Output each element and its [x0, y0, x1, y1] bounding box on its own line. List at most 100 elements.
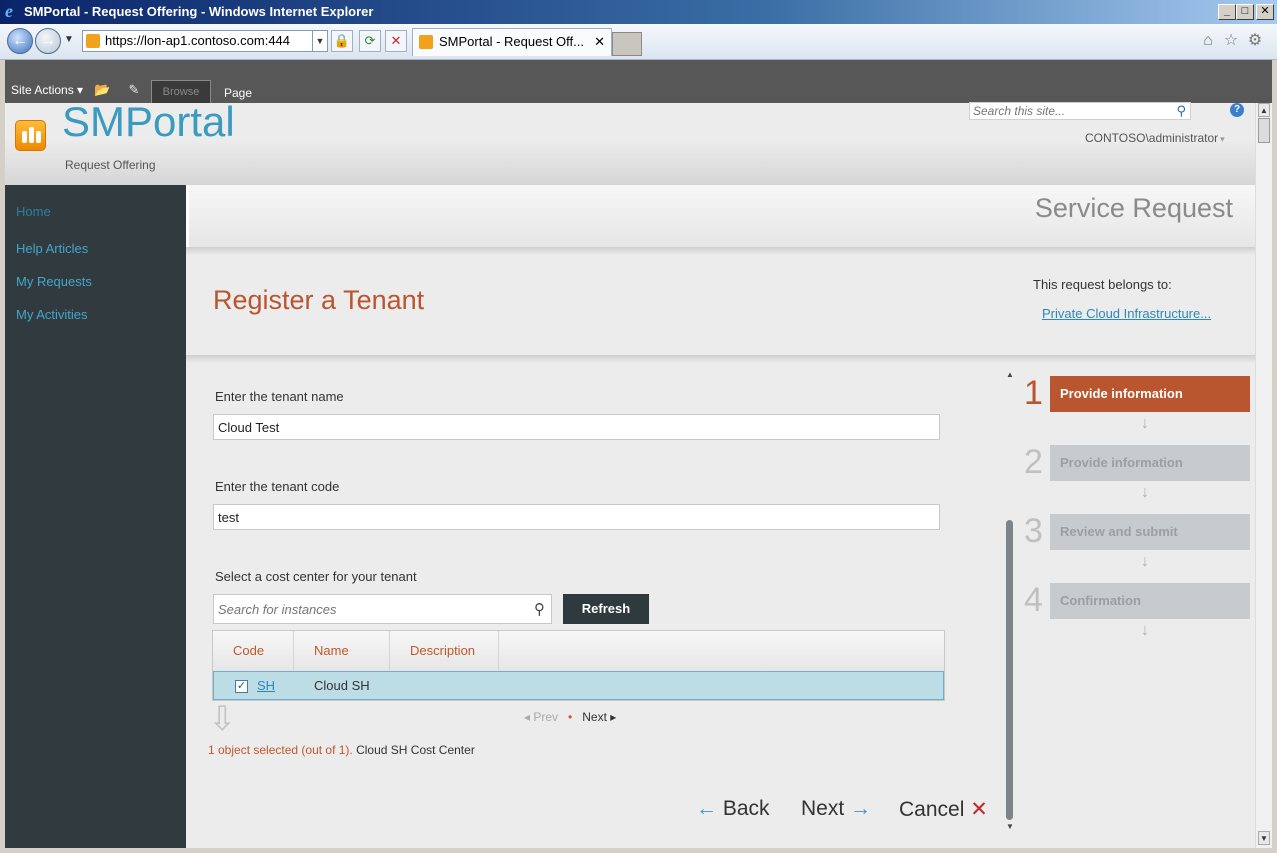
window-title: SMPortal - Request Offering - Windows In… [24, 4, 374, 19]
history-dropdown-icon[interactable]: ▼ [64, 34, 74, 45]
selection-status: 1 object selected (out of 1). Cloud SH C… [208, 743, 475, 757]
step-3-number: 3 [1024, 512, 1043, 550]
column-header-code[interactable]: Code [213, 631, 294, 671]
step-3-label: Review and submit [1050, 514, 1250, 550]
address-bar[interactable]: https://lon-ap1.contoso.com:444 ⌕ [82, 30, 328, 52]
forward-arrow-icon[interactable]: → [35, 28, 61, 54]
scroll-down-icon[interactable]: ▼ [1258, 831, 1270, 845]
favorites-star-icon[interactable]: ☆ [1222, 32, 1240, 50]
column-header-name[interactable]: Name [294, 631, 390, 671]
pager-prev[interactable]: ◂ Prev [524, 710, 558, 724]
row-code-link[interactable]: SH [257, 678, 275, 693]
belongs-to-link[interactable]: Private Cloud Infrastructure... [1042, 306, 1211, 321]
arrow-down-icon: ↓ [1141, 622, 1149, 639]
tenant-code-label: Enter the tenant code [215, 479, 340, 494]
browser-tab[interactable]: SMPortal - Request Off... ✕ [412, 28, 612, 56]
step-4-label: Confirmation [1050, 583, 1250, 619]
belongs-to-label: This request belongs to: [1033, 277, 1172, 292]
arrow-left-icon: ← [696, 797, 717, 820]
divider [186, 355, 1255, 363]
arrow-down-icon: ↓ [1141, 484, 1149, 501]
site-actions-menu[interactable]: Site Actions ▾ [11, 83, 83, 97]
navigate-up-icon[interactable]: 📂 [94, 82, 110, 98]
main-content: Service Request Register a Tenant This r… [186, 185, 1255, 848]
service-request-title: Service Request [1034, 193, 1233, 223]
back-button[interactable]: ← Back [696, 797, 770, 821]
stop-icon[interactable]: ✕ [385, 30, 407, 52]
instances-table: Code Name Description ✓ SH Cloud SH [212, 630, 945, 701]
cost-center-label: Select a cost center for your tenant [215, 569, 417, 584]
edit-page-icon[interactable]: ✎ [126, 82, 142, 98]
lock-icon[interactable]: 🔒 [331, 30, 353, 52]
nav-item-home[interactable]: Home [16, 204, 51, 219]
scroll-down-icon[interactable]: ▼ [1006, 822, 1014, 831]
scroll-thumb[interactable] [1006, 520, 1013, 820]
tenant-name-label: Enter the tenant name [215, 389, 344, 404]
site-search-box[interactable]: ⚲ [969, 102, 1191, 120]
site-favicon [86, 34, 100, 48]
selection-count: 1 object selected (out of 1). [208, 743, 353, 757]
arrow-down-icon: ⇩ [208, 700, 237, 738]
row-checkbox[interactable]: ✓ [235, 680, 248, 693]
step-2-number: 2 [1024, 443, 1043, 481]
site-subtitle: Request Offering [65, 158, 156, 172]
site-search-input[interactable] [973, 104, 1168, 118]
service-request-band: Service Request [186, 185, 1255, 247]
minimize-button[interactable]: _ [1218, 4, 1236, 20]
arrow-down-icon: ↓ [1141, 553, 1149, 570]
row-name: Cloud SH [314, 678, 370, 693]
site-title[interactable]: SMPortal [62, 98, 235, 146]
step-1-number: 1 [1024, 374, 1043, 412]
scroll-up-icon[interactable]: ▲ [1258, 103, 1270, 117]
steps-scrollbar[interactable]: ▲ ▼ [1006, 370, 1016, 831]
home-icon[interactable]: ⌂ [1199, 32, 1217, 50]
help-icon[interactable]: ? [1230, 103, 1244, 117]
refresh-button[interactable]: Refresh [563, 594, 649, 624]
search-icon[interactable]: ⚲ [1176, 103, 1186, 119]
selection-description: Cloud SH Cost Center [356, 743, 475, 757]
address-dropdown-icon[interactable]: ▼ [312, 30, 328, 52]
scroll-up-icon[interactable]: ▲ [1006, 370, 1014, 379]
instance-search-input[interactable] [214, 595, 514, 623]
cancel-button[interactable]: Cancel ✕ [899, 797, 988, 822]
nav-item-help-articles[interactable]: Help Articles [16, 241, 88, 256]
step-1-label[interactable]: Provide information [1050, 376, 1250, 412]
tab-title: SMPortal - Request Off... [439, 34, 584, 49]
sharepoint-ribbon: Site Actions ▾ 📂 ✎ Browse Page [5, 60, 1272, 103]
tenant-code-input[interactable] [213, 504, 940, 530]
internet-explorer-icon: e [5, 1, 13, 21]
pager-next[interactable]: Next ▸ [582, 710, 616, 724]
smportal-logo-icon [15, 120, 46, 151]
address-url[interactable]: https://lon-ap1.contoso.com:444 [105, 33, 290, 48]
column-header-description[interactable]: Description [390, 631, 499, 671]
browser-toolbar: ← → ▼ https://lon-ap1.contoso.com:444 ⌕ … [0, 24, 1277, 60]
pager: ◂ Prev • Next ▸ [524, 710, 616, 724]
window-titlebar: e SMPortal - Request Offering - Windows … [0, 0, 1277, 24]
arrow-down-icon: ↓ [1141, 415, 1149, 432]
refresh-icon[interactable]: ⟳ [359, 30, 381, 52]
tab-close-icon[interactable]: ✕ [594, 29, 605, 55]
user-menu[interactable]: CONTOSO\administrator ▾ [1085, 131, 1225, 145]
close-icon: ✕ [970, 798, 988, 821]
new-tab-button[interactable] [612, 32, 642, 56]
tenant-name-input[interactable] [213, 414, 940, 440]
offering-title: Register a Tenant [213, 285, 425, 315]
page-scrollbar[interactable]: ▲ ▼ [1255, 103, 1272, 848]
nav-item-my-activities[interactable]: My Activities [16, 307, 88, 322]
back-arrow-icon[interactable]: ← [7, 28, 33, 54]
search-icon[interactable]: ⚲ [534, 600, 545, 618]
scroll-thumb[interactable] [1258, 118, 1270, 143]
maximize-button[interactable]: □ [1236, 4, 1254, 20]
next-button[interactable]: Next → [801, 797, 871, 821]
step-4-number: 4 [1024, 581, 1043, 619]
table-row[interactable]: ✓ SH Cloud SH [213, 671, 944, 700]
chevron-down-icon: ▾ [1220, 134, 1225, 144]
close-window-button[interactable]: ✕ [1256, 4, 1274, 20]
step-2-label: Provide information [1050, 445, 1250, 481]
site-header: SMPortal Request Offering ⚲ ? CONTOSO\ad… [5, 98, 1255, 185]
arrow-right-icon: → [850, 797, 872, 820]
instance-search-box[interactable]: ⚲ [213, 594, 552, 624]
divider [186, 247, 1255, 255]
nav-item-my-requests[interactable]: My Requests [16, 274, 92, 289]
tools-gear-icon[interactable]: ⚙ [1246, 32, 1264, 50]
